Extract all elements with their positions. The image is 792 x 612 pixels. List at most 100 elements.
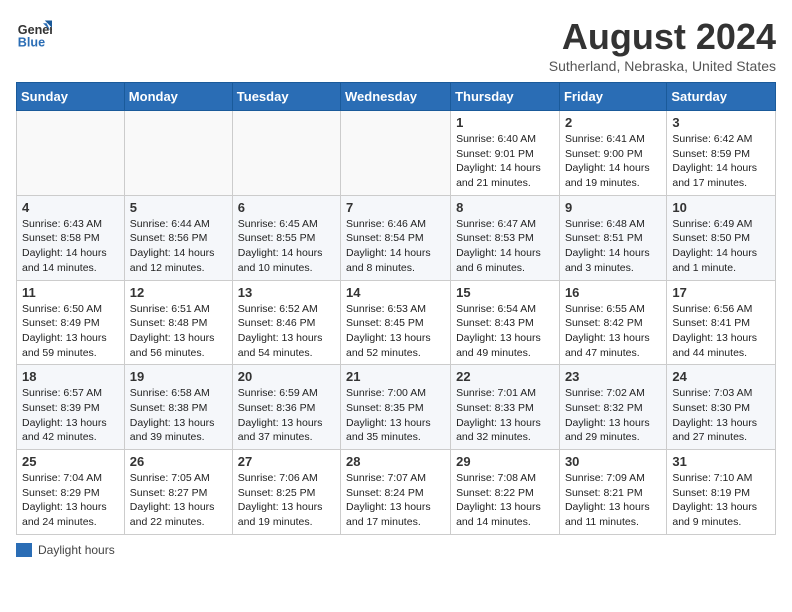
cell-content: Sunrise: 6:49 AM Sunset: 8:50 PM Dayligh… <box>672 217 770 276</box>
day-number: 28 <box>346 454 445 469</box>
cell-content: Sunrise: 7:04 AM Sunset: 8:29 PM Dayligh… <box>22 471 119 530</box>
calendar-cell: 16Sunrise: 6:55 AM Sunset: 8:42 PM Dayli… <box>559 280 666 365</box>
calendar-cell: 26 Sunrise: 7:05 AM Sunset: 8:27 PM Dayli… <box>124 450 232 535</box>
cell-content: Sunrise: 7:10 AM Sunset: 8:19 PM Dayligh… <box>672 471 770 530</box>
column-header-thursday: Thursday <box>451 83 560 111</box>
calendar-table: SundayMondayTuesdayWednesdayThursdayFrid… <box>16 82 776 535</box>
calendar-cell: 15Sunrise: 6:54 AM Sunset: 8:43 PM Dayli… <box>451 280 560 365</box>
title-area: August 2024 Sutherland, Nebraska, United… <box>549 16 776 74</box>
cell-content: Sunrise: 6:40 AM Sunset: 9:01 PM Dayligh… <box>456 132 554 191</box>
svg-text:Blue: Blue <box>18 36 45 50</box>
calendar-cell: 29 Sunrise: 7:08 AM Sunset: 8:22 PM Dayli… <box>451 450 560 535</box>
day-number: 15 <box>456 285 554 300</box>
cell-content: Sunrise: 6:57 AM Sunset: 8:39 PM Dayligh… <box>22 386 119 445</box>
legend-label: Daylight hours <box>38 543 115 557</box>
cell-content: Sunrise: 6:53 AM Sunset: 8:45 PM Dayligh… <box>346 302 445 361</box>
calendar-cell <box>17 111 125 196</box>
day-number: 29 <box>456 454 554 469</box>
calendar-cell: 20 Sunrise: 6:59 AM Sunset: 8:36 PM Dayli… <box>232 365 340 450</box>
day-number: 17 <box>672 285 770 300</box>
calendar-cell: 22 Sunrise: 7:01 AM Sunset: 8:33 PM Dayli… <box>451 365 560 450</box>
day-number: 5 <box>130 200 227 215</box>
month-year-title: August 2024 <box>549 16 776 58</box>
day-number: 18 <box>22 369 119 384</box>
cell-content: Sunrise: 6:58 AM Sunset: 8:38 PM Dayligh… <box>130 386 227 445</box>
day-number: 1 <box>456 115 554 130</box>
calendar-cell: 5 Sunrise: 6:44 AM Sunset: 8:56 PM Daylig… <box>124 195 232 280</box>
column-header-sunday: Sunday <box>17 83 125 111</box>
column-header-wednesday: Wednesday <box>341 83 451 111</box>
calendar-cell: 27 Sunrise: 7:06 AM Sunset: 8:25 PM Dayli… <box>232 450 340 535</box>
calendar-cell <box>124 111 232 196</box>
cell-content: Sunrise: 7:06 AM Sunset: 8:25 PM Dayligh… <box>238 471 335 530</box>
day-number: 22 <box>456 369 554 384</box>
day-number: 2 <box>565 115 661 130</box>
column-header-friday: Friday <box>559 83 666 111</box>
calendar-cell: 14 Sunrise: 6:53 AM Sunset: 8:45 PM Dayli… <box>341 280 451 365</box>
day-number: 19 <box>130 369 227 384</box>
calendar-cell: 4 Sunrise: 6:43 AM Sunset: 8:58 PM Daylig… <box>17 195 125 280</box>
cell-content: Sunrise: 7:02 AM Sunset: 8:32 PM Dayligh… <box>565 386 661 445</box>
day-number: 21 <box>346 369 445 384</box>
calendar-cell: 17Sunrise: 6:56 AM Sunset: 8:41 PM Dayli… <box>667 280 776 365</box>
cell-content: Sunrise: 6:52 AM Sunset: 8:46 PM Dayligh… <box>238 302 335 361</box>
day-number: 11 <box>22 285 119 300</box>
calendar-cell: 7Sunrise: 6:46 AM Sunset: 8:54 PM Daylig… <box>341 195 451 280</box>
calendar-week-row: 4 Sunrise: 6:43 AM Sunset: 8:58 PM Daylig… <box>17 195 776 280</box>
cell-content: Sunrise: 6:43 AM Sunset: 8:58 PM Dayligh… <box>22 217 119 276</box>
column-header-saturday: Saturday <box>667 83 776 111</box>
calendar-cell: 11 Sunrise: 6:50 AM Sunset: 8:49 PM Dayli… <box>17 280 125 365</box>
cell-content: Sunrise: 7:05 AM Sunset: 8:27 PM Dayligh… <box>130 471 227 530</box>
calendar-week-row: 1 Sunrise: 6:40 AM Sunset: 9:01 PM Daylig… <box>17 111 776 196</box>
logo: General Blue <box>16 16 52 52</box>
day-number: 4 <box>22 200 119 215</box>
calendar-cell: 28Sunrise: 7:07 AM Sunset: 8:24 PM Dayli… <box>341 450 451 535</box>
cell-content: Sunrise: 6:45 AM Sunset: 8:55 PM Dayligh… <box>238 217 335 276</box>
calendar-cell <box>341 111 451 196</box>
column-header-tuesday: Tuesday <box>232 83 340 111</box>
location-subtitle: Sutherland, Nebraska, United States <box>549 58 776 74</box>
day-number: 7 <box>346 200 445 215</box>
calendar-cell: 23 Sunrise: 7:02 AM Sunset: 8:32 PM Dayli… <box>559 365 666 450</box>
calendar-cell: 3Sunrise: 6:42 AM Sunset: 8:59 PM Daylig… <box>667 111 776 196</box>
day-number: 8 <box>456 200 554 215</box>
calendar-cell: 2 Sunrise: 6:41 AM Sunset: 9:00 PM Daylig… <box>559 111 666 196</box>
calendar-week-row: 25Sunrise: 7:04 AM Sunset: 8:29 PM Dayli… <box>17 450 776 535</box>
cell-content: Sunrise: 6:41 AM Sunset: 9:00 PM Dayligh… <box>565 132 661 191</box>
calendar-cell: 24Sunrise: 7:03 AM Sunset: 8:30 PM Dayli… <box>667 365 776 450</box>
calendar-cell <box>232 111 340 196</box>
calendar-header-row: SundayMondayTuesdayWednesdayThursdayFrid… <box>17 83 776 111</box>
day-number: 14 <box>346 285 445 300</box>
calendar-cell: 21Sunrise: 7:00 AM Sunset: 8:35 PM Dayli… <box>341 365 451 450</box>
column-header-monday: Monday <box>124 83 232 111</box>
calendar-cell: 8 Sunrise: 6:47 AM Sunset: 8:53 PM Daylig… <box>451 195 560 280</box>
cell-content: Sunrise: 7:08 AM Sunset: 8:22 PM Dayligh… <box>456 471 554 530</box>
calendar-week-row: 18 Sunrise: 6:57 AM Sunset: 8:39 PM Dayli… <box>17 365 776 450</box>
calendar-cell: 30Sunrise: 7:09 AM Sunset: 8:21 PM Dayli… <box>559 450 666 535</box>
cell-content: Sunrise: 6:59 AM Sunset: 8:36 PM Dayligh… <box>238 386 335 445</box>
cell-content: Sunrise: 7:01 AM Sunset: 8:33 PM Dayligh… <box>456 386 554 445</box>
cell-content: Sunrise: 6:47 AM Sunset: 8:53 PM Dayligh… <box>456 217 554 276</box>
day-number: 20 <box>238 369 335 384</box>
cell-content: Sunrise: 6:42 AM Sunset: 8:59 PM Dayligh… <box>672 132 770 191</box>
day-number: 27 <box>238 454 335 469</box>
calendar-cell: 25Sunrise: 7:04 AM Sunset: 8:29 PM Dayli… <box>17 450 125 535</box>
day-number: 10 <box>672 200 770 215</box>
calendar-cell: 9Sunrise: 6:48 AM Sunset: 8:51 PM Daylig… <box>559 195 666 280</box>
logo-icon: General Blue <box>16 16 52 52</box>
day-number: 12 <box>130 285 227 300</box>
calendar-cell: 19 Sunrise: 6:58 AM Sunset: 8:38 PM Dayli… <box>124 365 232 450</box>
calendar-cell: 12Sunrise: 6:51 AM Sunset: 8:48 PM Dayli… <box>124 280 232 365</box>
day-number: 24 <box>672 369 770 384</box>
calendar-week-row: 11 Sunrise: 6:50 AM Sunset: 8:49 PM Dayli… <box>17 280 776 365</box>
cell-content: Sunrise: 6:44 AM Sunset: 8:56 PM Dayligh… <box>130 217 227 276</box>
cell-content: Sunrise: 6:48 AM Sunset: 8:51 PM Dayligh… <box>565 217 661 276</box>
day-number: 23 <box>565 369 661 384</box>
legend-color-box <box>16 543 32 557</box>
cell-content: Sunrise: 6:50 AM Sunset: 8:49 PM Dayligh… <box>22 302 119 361</box>
day-number: 26 <box>130 454 227 469</box>
day-number: 6 <box>238 200 335 215</box>
calendar-cell: 18 Sunrise: 6:57 AM Sunset: 8:39 PM Dayli… <box>17 365 125 450</box>
calendar-cell: 31Sunrise: 7:10 AM Sunset: 8:19 PM Dayli… <box>667 450 776 535</box>
calendar-cell: 6 Sunrise: 6:45 AM Sunset: 8:55 PM Daylig… <box>232 195 340 280</box>
